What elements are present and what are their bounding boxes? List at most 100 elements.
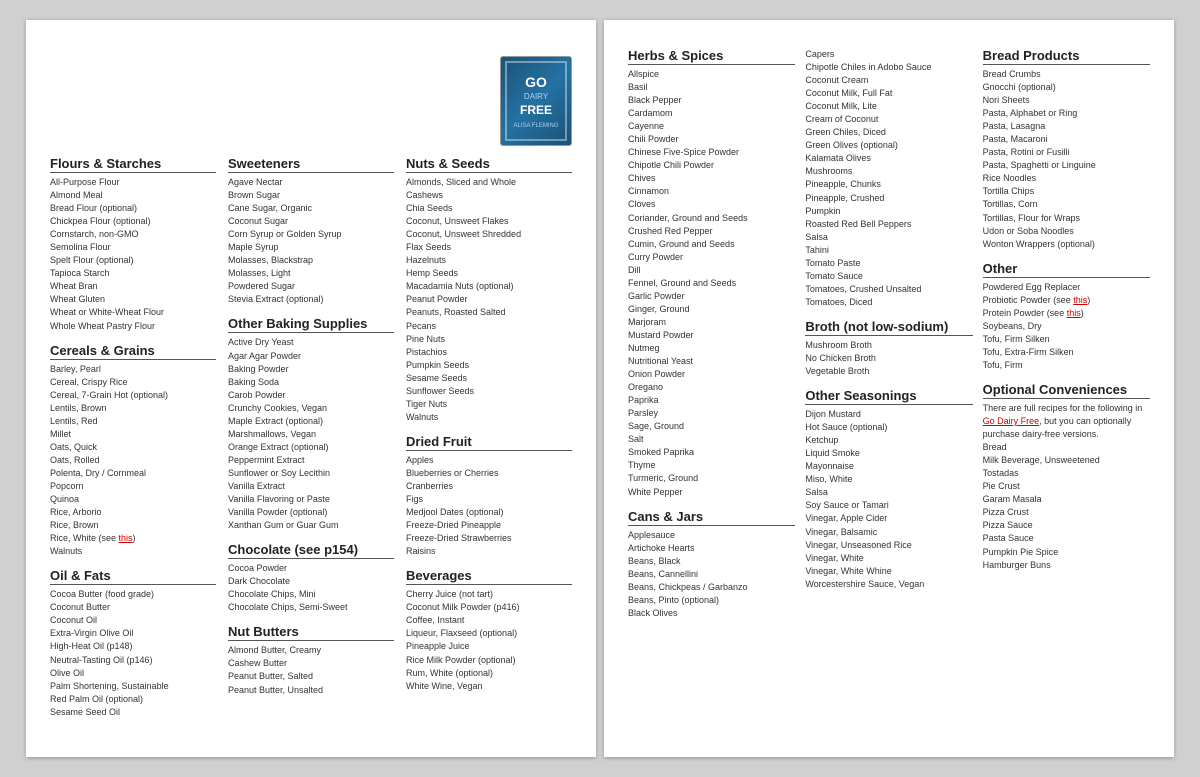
list-item: Pasta Sauce (983, 532, 1150, 545)
list-item: Vanilla Extract (228, 480, 394, 493)
list-item: Tortilla Chips (983, 185, 1150, 198)
list-item: Vanilla Flavoring or Paste (228, 493, 394, 506)
list-item: Bread Crumbs (983, 68, 1150, 81)
list-item: Ginger, Ground (628, 303, 795, 316)
list-item: Pasta, Macaroni (983, 133, 1150, 146)
list-item: Coconut Oil (50, 614, 216, 627)
list-item: Peanut Butter, Unsalted (228, 684, 394, 697)
list-item: Whole Wheat Pastry Flour (50, 320, 216, 333)
list-item: Allspice (628, 68, 795, 81)
list-item: Corn Syrup or Golden Syrup (228, 228, 394, 241)
list-item: Almonds, Sliced and Whole (406, 176, 572, 189)
section-header: Other Seasonings (805, 388, 972, 405)
list-item: Hot Sauce (optional) (805, 421, 972, 434)
list-item: Coffee, Instant (406, 614, 572, 627)
list-item: Mustard Powder (628, 329, 795, 342)
list-item: Cane Sugar, Organic (228, 202, 394, 215)
list-item: High-Heat Oil (p148) (50, 640, 216, 653)
list-item: Pumpkin (805, 205, 972, 218)
list-item: Rice Noodles (983, 172, 1150, 185)
list-item: Pineapple, Chunks (805, 178, 972, 191)
list-item: Gnocchi (optional) (983, 81, 1150, 94)
list-item: Vegetable Broth (805, 365, 972, 378)
list-item: Udon or Soba Noodles (983, 225, 1150, 238)
list-item: Liquid Smoke (805, 447, 972, 460)
section-header: Herbs & Spices (628, 48, 795, 65)
list-item: Millet (50, 428, 216, 441)
list-item: Basil (628, 81, 795, 94)
list-item: Coriander, Ground and Seeds (628, 212, 795, 225)
list-item: Popcorn (50, 480, 216, 493)
list-item: Flax Seeds (406, 241, 572, 254)
list-item: Orange Extract (optional) (228, 441, 394, 454)
list-item: Pizza Sauce (983, 519, 1150, 532)
list-item: Chipotle Chili Powder (628, 159, 795, 172)
list-item: Sunflower or Soy Lecithin (228, 467, 394, 480)
list-item: Vinegar, White Whine (805, 565, 972, 578)
list-item: Brown Sugar (228, 189, 394, 202)
list-item: Freeze-Dried Pineapple (406, 519, 572, 532)
list-item: Freeze-Dried Strawberries (406, 532, 572, 545)
list-item: Rice, Brown (50, 519, 216, 532)
list-item: Beans, Chickpeas / Garbanzo (628, 581, 795, 594)
list-item: Cranberries (406, 480, 572, 493)
section-header: Bread Products (983, 48, 1150, 65)
list-item: Powdered Egg Replacer (983, 281, 1150, 294)
list-item: Oats, Rolled (50, 454, 216, 467)
list-item: Tofu, Firm (983, 359, 1150, 372)
section-header: Sweeteners (228, 156, 394, 173)
list-item: Almond Meal (50, 189, 216, 202)
list-item: Cashews (406, 189, 572, 202)
list-item: Vinegar, Unseasoned Rice (805, 539, 972, 552)
list-item: Tapioca Starch (50, 267, 216, 280)
list-item: Baking Powder (228, 363, 394, 376)
list-item: Neutral-Tasting Oil (p146) (50, 654, 216, 667)
list-item: Agar Agar Powder (228, 350, 394, 363)
list-item: Wheat Bran (50, 280, 216, 293)
list-item: Coconut Milk, Lite (805, 100, 972, 113)
list-item: Molasses, Blackstrap (228, 254, 394, 267)
list-item: Peanuts, Roasted Salted (406, 306, 572, 319)
list-item: Sunflower Seeds (406, 385, 572, 398)
section-header: Optional Conveniences (983, 382, 1150, 399)
list-item: Pumpkin Pie Spice (983, 546, 1150, 559)
left-page: GO DAIRY FREE ALISA FLEMING Flours & Sta… (26, 20, 596, 757)
list-item: Pine Nuts (406, 333, 572, 346)
list-item: Wheat Gluten (50, 293, 216, 306)
list-item: Pasta, Lasagna (983, 120, 1150, 133)
list-item: Soy Sauce or Tamari (805, 499, 972, 512)
list-item: Coconut Butter (50, 601, 216, 614)
list-item: Tortillas, Corn (983, 198, 1150, 211)
list-item: Coconut Cream (805, 74, 972, 87)
list-item: Oregano (628, 381, 795, 394)
section-header: Other Baking Supplies (228, 316, 394, 333)
list-item: Peanut Butter, Salted (228, 670, 394, 683)
list-item: Pasta, Spaghetti or Linguine (983, 159, 1150, 172)
list-item: Black Olives (628, 607, 795, 620)
list-item: Bread Flour (optional) (50, 202, 216, 215)
list-item: All-Purpose Flour (50, 176, 216, 189)
list-item: Sesame Seed Oil (50, 706, 216, 719)
list-item: Pumpkin Seeds (406, 359, 572, 372)
list-item: Applesauce (628, 529, 795, 542)
list-item: Sage, Ground (628, 420, 795, 433)
list-item: Probiotic Powder (see this) (983, 294, 1150, 307)
list-item: Crushed Red Pepper (628, 225, 795, 238)
right-page: Herbs & SpicesAllspiceBasilBlack PepperC… (604, 20, 1174, 757)
list-item: Vanilla Powder (optional) (228, 506, 394, 519)
list-item: Tomato Sauce (805, 270, 972, 283)
section-header: Other (983, 261, 1150, 278)
list-item: Dijon Mustard (805, 408, 972, 421)
list-item: Kalamata Olives (805, 152, 972, 165)
column: SweetenersAgave NectarBrown SugarCane Su… (228, 156, 394, 719)
list-item: Tomato Paste (805, 257, 972, 270)
list-item: Pizza Crust (983, 506, 1150, 519)
list-item: Hemp Seeds (406, 267, 572, 280)
list-item: Cardamom (628, 107, 795, 120)
list-item: Molasses, Light (228, 267, 394, 280)
list-item: Chickpea Flour (optional) (50, 215, 216, 228)
list-item: Tofu, Extra-Firm Silken (983, 346, 1150, 359)
list-item: Coconut Milk, Full Fat (805, 87, 972, 100)
list-item: Black Pepper (628, 94, 795, 107)
list-item: Rice, Arborio (50, 506, 216, 519)
